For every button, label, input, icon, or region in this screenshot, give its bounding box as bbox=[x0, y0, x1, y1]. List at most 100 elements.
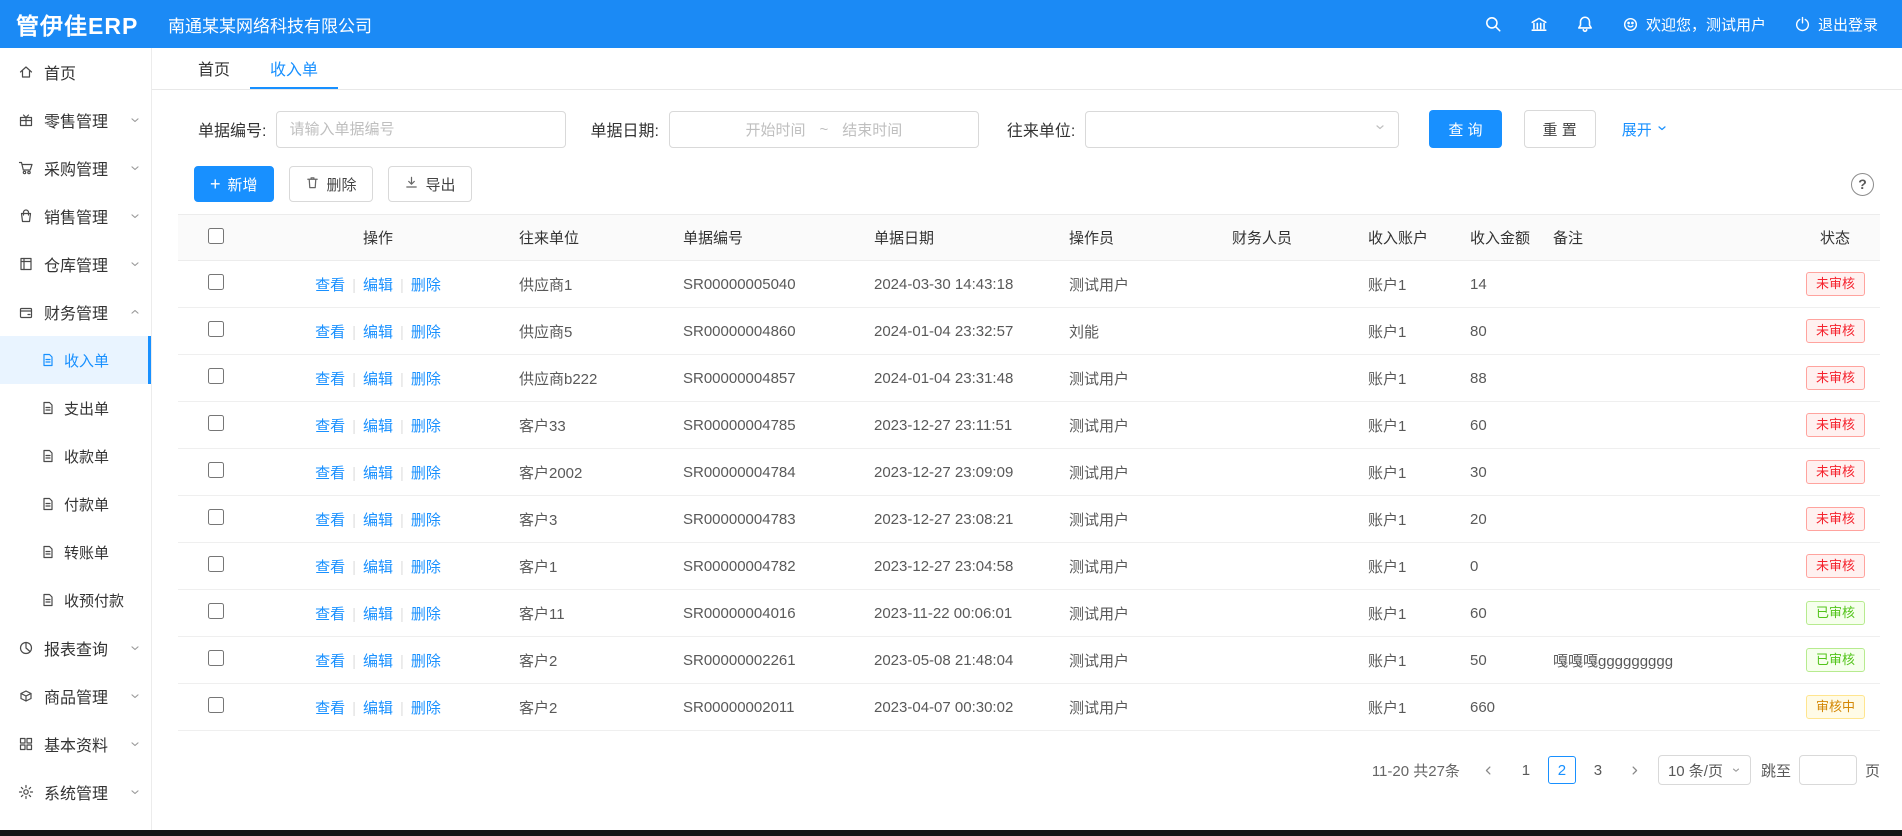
bank-icon[interactable] bbox=[1530, 15, 1548, 33]
delete-link[interactable]: 删除 bbox=[411, 418, 441, 435]
row-checkbox[interactable] bbox=[208, 368, 224, 384]
doc-icon bbox=[40, 352, 56, 368]
welcome-user[interactable]: 欢迎您，测试用户 bbox=[1622, 14, 1766, 35]
delete-link[interactable]: 删除 bbox=[411, 653, 441, 670]
chevron-down-icon bbox=[129, 642, 141, 654]
help-icon[interactable]: ? bbox=[1851, 173, 1874, 196]
delete-link[interactable]: 删除 bbox=[411, 277, 441, 294]
home-icon bbox=[18, 64, 34, 80]
edit-link[interactable]: 编辑 bbox=[363, 559, 393, 576]
table-row: 查看|编辑|删除 客户3 SR00000004783 2023-12-27 23… bbox=[178, 496, 1880, 543]
row-checkbox[interactable] bbox=[208, 509, 224, 525]
sidebar-item-expense-bill[interactable]: 支出单 bbox=[0, 384, 151, 432]
sidebar-item-retail[interactable]: 零售管理 bbox=[0, 96, 151, 144]
cell-partner: 供应商1 bbox=[503, 261, 667, 308]
sidebar-item-sales[interactable]: 销售管理 bbox=[0, 192, 151, 240]
sidebar-item-finance[interactable]: 财务管理 bbox=[0, 288, 151, 336]
doc-icon bbox=[40, 448, 56, 464]
cell-remark bbox=[1537, 590, 1790, 637]
delete-link[interactable]: 删除 bbox=[411, 559, 441, 576]
row-checkbox[interactable] bbox=[208, 321, 224, 337]
warehouse-icon bbox=[18, 256, 34, 272]
delete-link[interactable]: 删除 bbox=[411, 465, 441, 482]
cell-income-account: 账户1 bbox=[1352, 496, 1454, 543]
view-link[interactable]: 查看 bbox=[315, 465, 345, 482]
view-link[interactable]: 查看 bbox=[315, 606, 345, 623]
edit-link[interactable]: 编辑 bbox=[363, 371, 393, 388]
cell-finance-person bbox=[1216, 590, 1352, 637]
view-link[interactable]: 查看 bbox=[315, 324, 345, 341]
table-toolbar: + 新增 删除 导出 ? bbox=[194, 166, 1880, 202]
tab-income-bill[interactable]: 收入单 bbox=[250, 48, 338, 89]
status-badge: 已审核 bbox=[1806, 648, 1865, 672]
view-link[interactable]: 查看 bbox=[315, 559, 345, 576]
expand-toggle[interactable]: 展开 bbox=[1622, 119, 1668, 140]
page-size-select[interactable]: 10 条/页 bbox=[1658, 755, 1751, 785]
action-divider: | bbox=[352, 606, 356, 623]
export-button[interactable]: 导出 bbox=[388, 166, 472, 202]
row-checkbox[interactable] bbox=[208, 603, 224, 619]
delete-link[interactable]: 删除 bbox=[411, 512, 441, 529]
select-all-checkbox[interactable] bbox=[208, 228, 224, 244]
edit-link[interactable]: 编辑 bbox=[363, 324, 393, 341]
sidebar-item-home[interactable]: 首页 bbox=[0, 48, 151, 96]
page-number[interactable]: 1 bbox=[1512, 756, 1540, 784]
sidebar-item-collection-bill[interactable]: 收款单 bbox=[0, 432, 151, 480]
search-button[interactable]: 查 询 bbox=[1429, 110, 1501, 148]
edit-link[interactable]: 编辑 bbox=[363, 700, 393, 717]
row-checkbox[interactable] bbox=[208, 274, 224, 290]
search-icon[interactable] bbox=[1484, 15, 1502, 33]
sidebar-item-label: 付款单 bbox=[64, 494, 109, 515]
edit-link[interactable]: 编辑 bbox=[363, 512, 393, 529]
edit-link[interactable]: 编辑 bbox=[363, 653, 393, 670]
bell-icon[interactable] bbox=[1576, 15, 1594, 33]
reset-button[interactable]: 重 置 bbox=[1524, 110, 1596, 148]
view-link[interactable]: 查看 bbox=[315, 653, 345, 670]
basic-icon bbox=[18, 736, 34, 752]
sidebar-item-advance-received[interactable]: 收预付款 bbox=[0, 576, 151, 624]
sidebar-item-transfer-bill[interactable]: 转账单 bbox=[0, 528, 151, 576]
delete-link[interactable]: 删除 bbox=[411, 371, 441, 388]
page-number-current[interactable]: 2 bbox=[1548, 756, 1576, 784]
prev-page-button[interactable] bbox=[1476, 756, 1502, 784]
page-number[interactable]: 3 bbox=[1584, 756, 1612, 784]
delete-link[interactable]: 删除 bbox=[411, 700, 441, 717]
delete-link[interactable]: 删除 bbox=[411, 324, 441, 341]
view-link[interactable]: 查看 bbox=[315, 277, 345, 294]
edit-link[interactable]: 编辑 bbox=[363, 465, 393, 482]
partner-select[interactable] bbox=[1085, 111, 1399, 148]
row-checkbox[interactable] bbox=[208, 650, 224, 666]
sidebar-item-basic[interactable]: 基本资料 bbox=[0, 720, 151, 768]
row-checkbox[interactable] bbox=[208, 556, 224, 572]
cell-operator: 测试用户 bbox=[1053, 355, 1216, 402]
logout-button[interactable]: 退出登录 bbox=[1794, 14, 1878, 35]
edit-link[interactable]: 编辑 bbox=[363, 606, 393, 623]
sidebar-item-purchase[interactable]: 采购管理 bbox=[0, 144, 151, 192]
delete-button[interactable]: 删除 bbox=[289, 166, 373, 202]
edit-link[interactable]: 编辑 bbox=[363, 277, 393, 294]
next-page-button[interactable] bbox=[1622, 756, 1648, 784]
delete-link[interactable]: 删除 bbox=[411, 606, 441, 623]
row-checkbox[interactable] bbox=[208, 415, 224, 431]
edit-link[interactable]: 编辑 bbox=[363, 418, 393, 435]
sidebar-item-income-bill[interactable]: 收入单 bbox=[0, 336, 151, 384]
row-checkbox[interactable] bbox=[208, 697, 224, 713]
row-actions: 查看|编辑|删除 bbox=[253, 308, 503, 355]
sidebar-item-system[interactable]: 系统管理 bbox=[0, 768, 151, 816]
sidebar-item-warehouse[interactable]: 仓库管理 bbox=[0, 240, 151, 288]
date-range-picker[interactable]: 开始时间 ~ 结束时间 bbox=[669, 111, 979, 148]
jump-page-input[interactable] bbox=[1799, 755, 1857, 785]
sidebar-item-report[interactable]: 报表查询 bbox=[0, 624, 151, 672]
sidebar-item-label: 采购管理 bbox=[44, 156, 108, 180]
view-link[interactable]: 查看 bbox=[315, 371, 345, 388]
sidebar-item-payment-bill[interactable]: 付款单 bbox=[0, 480, 151, 528]
row-checkbox[interactable] bbox=[208, 462, 224, 478]
view-link[interactable]: 查看 bbox=[315, 512, 345, 529]
sidebar-item-label: 基本资料 bbox=[44, 732, 108, 756]
sidebar-item-goods[interactable]: 商品管理 bbox=[0, 672, 151, 720]
tab-home[interactable]: 首页 bbox=[178, 48, 250, 89]
bill-no-input[interactable] bbox=[276, 111, 566, 148]
add-button[interactable]: + 新增 bbox=[194, 166, 274, 202]
view-link[interactable]: 查看 bbox=[315, 418, 345, 435]
view-link[interactable]: 查看 bbox=[315, 700, 345, 717]
